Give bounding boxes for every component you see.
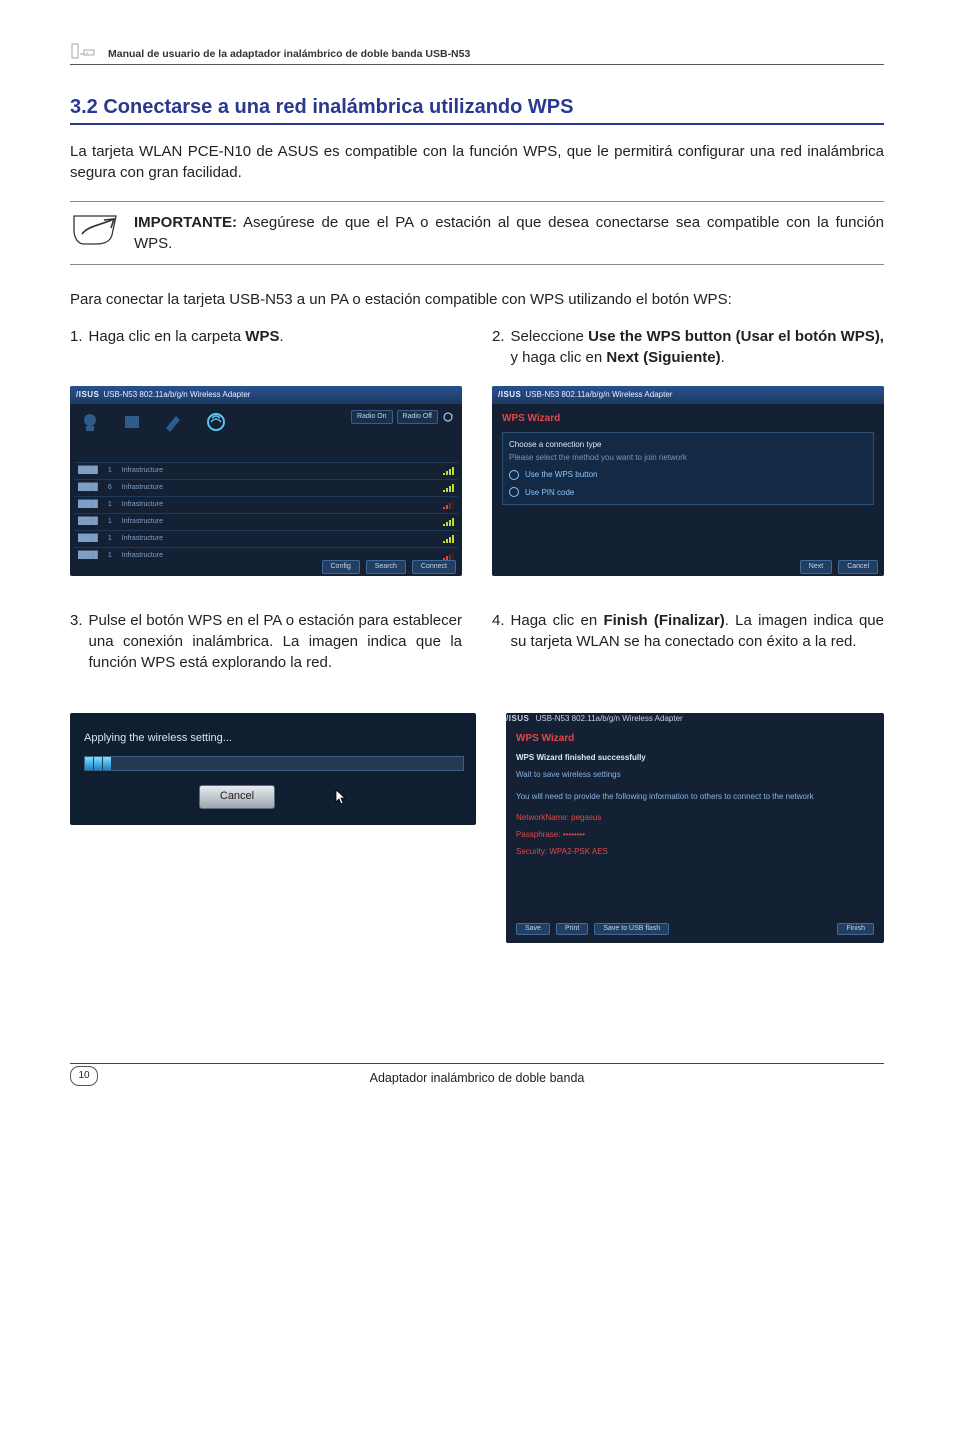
option-wps-button[interactable]: Use the WPS button: [509, 469, 867, 480]
connection-type-panel: Choose a connection type Please select t…: [502, 432, 874, 505]
cancel-button[interactable]: Cancel: [838, 560, 878, 574]
cursor-icon: [335, 789, 347, 805]
field-network: NetworkName: pegasus: [516, 812, 874, 823]
asus-logo: /ISUS: [506, 714, 529, 723]
step-3-body: Pulse el botón WPS en el PA o estación p…: [89, 610, 462, 673]
panel-heading: Choose a connection type: [509, 439, 867, 450]
hand-point-icon: [70, 212, 120, 248]
option-wps-button-label: Use the WPS button: [525, 469, 597, 480]
survey-icon: [120, 410, 144, 434]
step-4: 4. Haga clic en Finish (Finalizar). La i…: [492, 610, 884, 652]
section-title: 3.2 Conectarse a una red inalámbrica uti…: [70, 93, 884, 125]
step-1-text-b: WPS: [245, 328, 279, 345]
search-button[interactable]: Search: [366, 560, 406, 574]
callout-body: Asegúrese de que el PA o estación al que…: [134, 214, 884, 252]
header-text: Manual de usuario de la adaptador inalám…: [108, 47, 470, 62]
screenshot-4-title: USB-N53 802.11a/b/g/n Wireless Adapter: [536, 714, 683, 723]
header-rule: [70, 64, 884, 65]
screenshot-1-title: USB-N53 802.11a/b/g/n Wireless Adapter: [103, 389, 250, 400]
step-2: 2. Seleccione Use the WPS button (Usar e…: [492, 326, 884, 368]
list-row[interactable]: ████1Infrastructure: [74, 513, 458, 530]
list-row[interactable]: ████1Infrastructure: [74, 462, 458, 479]
print-button[interactable]: Print: [556, 923, 588, 935]
page-header: cr Manual de usuario de la adaptador ina…: [70, 40, 884, 62]
list-row[interactable]: ████6Infrastructure: [74, 479, 458, 496]
field-passphrase: Passphrase: ••••••••: [516, 829, 874, 840]
config-icon: [162, 410, 186, 434]
step-1-num: 1.: [70, 326, 83, 347]
list-row[interactable]: ████1Infrastructure: [74, 530, 458, 547]
radio-icon: [509, 487, 519, 497]
page-number: 10: [70, 1066, 98, 1086]
step-2-text-e: .: [721, 349, 725, 366]
step-1-text-c: .: [279, 328, 283, 345]
screenshot-3-applying: Applying the wireless setting... Cancel: [70, 713, 476, 825]
screenshot-1-titlebar: /ISUS USB-N53 802.11a/b/g/n Wireless Ada…: [70, 386, 462, 404]
panel-desc: Please select the method you want to joi…: [509, 452, 867, 463]
screenshot-2: /ISUS USB-N53 802.11a/b/g/n Wireless Ada…: [492, 386, 884, 576]
screenshots-row-2: Applying the wireless setting... Cancel …: [70, 713, 884, 943]
step-2-text-b: Use the WPS button (Usar el botón WPS),: [588, 328, 884, 345]
save-usb-button[interactable]: Save to USB flash: [594, 923, 669, 935]
wizard-wait-line: Wait to save wireless settings: [516, 769, 874, 780]
list-row[interactable]: ████1Infrastructure: [74, 496, 458, 513]
step-4-text-a: Haga clic en: [511, 612, 604, 629]
step-3: 3. Pulse el botón WPS en el PA o estació…: [70, 610, 462, 673]
header-bands-icon: cr: [70, 40, 100, 62]
cancel-button[interactable]: Cancel: [199, 785, 275, 808]
radio-off-button[interactable]: Radio Off: [397, 410, 438, 424]
step-3-num: 3.: [70, 610, 83, 673]
step-2-num: 2.: [492, 326, 505, 368]
connect-button[interactable]: Connect: [412, 560, 456, 574]
radio-on-button[interactable]: Radio On: [351, 410, 393, 424]
save-button[interactable]: Save: [516, 923, 550, 935]
wps-tab-icon[interactable]: [204, 410, 228, 434]
wps-wizard-title: WPS Wizard: [502, 412, 874, 426]
option-pin-code-label: Use PIN code: [525, 487, 574, 498]
svg-text:cr: cr: [86, 51, 89, 55]
progress-bar: [84, 756, 464, 771]
screenshot-2-titlebar: /ISUS USB-N53 802.11a/b/g/n Wireless Ada…: [492, 386, 884, 404]
page-footer: 10 Adaptador inalámbrico de doble banda: [70, 1063, 884, 1088]
screenshot-1: /ISUS USB-N53 802.11a/b/g/n Wireless Ada…: [70, 386, 462, 576]
option-pin-code[interactable]: Use PIN code: [509, 487, 867, 498]
screenshot-4-titlebar: /ISUS USB-N53 802.11a/b/g/n Wireless Ada…: [506, 713, 884, 724]
steps-row-2: 3. Pulse el botón WPS en el PA o estació…: [70, 610, 884, 673]
wps-wizard-title: WPS Wizard: [516, 732, 874, 746]
network-list: ████1Infrastructure ████6Infrastructure …: [74, 462, 458, 558]
step-2-text-c: y haga clic en: [511, 349, 607, 366]
finish-button[interactable]: Finish: [837, 923, 874, 935]
asus-logo: /ISUS: [498, 389, 521, 400]
step-4-num: 4.: [492, 610, 505, 652]
step-2-text-d: Next (Siguiente): [606, 349, 720, 366]
next-button[interactable]: Next: [800, 560, 832, 574]
config-button[interactable]: Config: [322, 560, 360, 574]
applying-label: Applying the wireless setting...: [84, 731, 462, 746]
footer-text: Adaptador inalámbrico de doble banda: [370, 1070, 585, 1088]
screenshots-row-1: /ISUS USB-N53 802.11a/b/g/n Wireless Ada…: [70, 386, 884, 576]
screenshot-4: /ISUS USB-N53 802.11a/b/g/n Wireless Ada…: [506, 713, 884, 943]
asus-logo: /ISUS: [76, 389, 99, 400]
status-icon: [78, 410, 102, 434]
para-2: Para conectar la tarjeta USB-N53 a un PA…: [70, 289, 884, 310]
refresh-icon[interactable]: [442, 411, 454, 423]
step-1: 1. Haga clic en la carpeta WPS.: [70, 326, 462, 347]
radio-icon: [509, 470, 519, 480]
callout-label: IMPORTANTE:: [134, 214, 237, 231]
intro-paragraph: La tarjeta WLAN PCE-N10 de ASUS es compa…: [70, 141, 884, 183]
step-2-text-a: Seleccione: [511, 328, 589, 345]
steps-row-1: 1. Haga clic en la carpeta WPS. 2. Selec…: [70, 326, 884, 368]
step-4-text-b: Finish (Finalizar): [603, 612, 724, 629]
screenshot-2-title: USB-N53 802.11a/b/g/n Wireless Adapter: [525, 389, 672, 400]
field-security: Security: WPA2-PSK AES: [516, 846, 874, 857]
step-1-text-a: Haga clic en la carpeta: [89, 328, 246, 345]
important-callout: IMPORTANTE: Asegúrese de que el PA o est…: [70, 201, 884, 265]
wizard-success-line: WPS Wizard finished successfully: [516, 752, 874, 763]
callout-text: IMPORTANTE: Asegúrese de que el PA o est…: [134, 212, 884, 254]
wizard-info-line: You will need to provide the following i…: [516, 791, 874, 802]
